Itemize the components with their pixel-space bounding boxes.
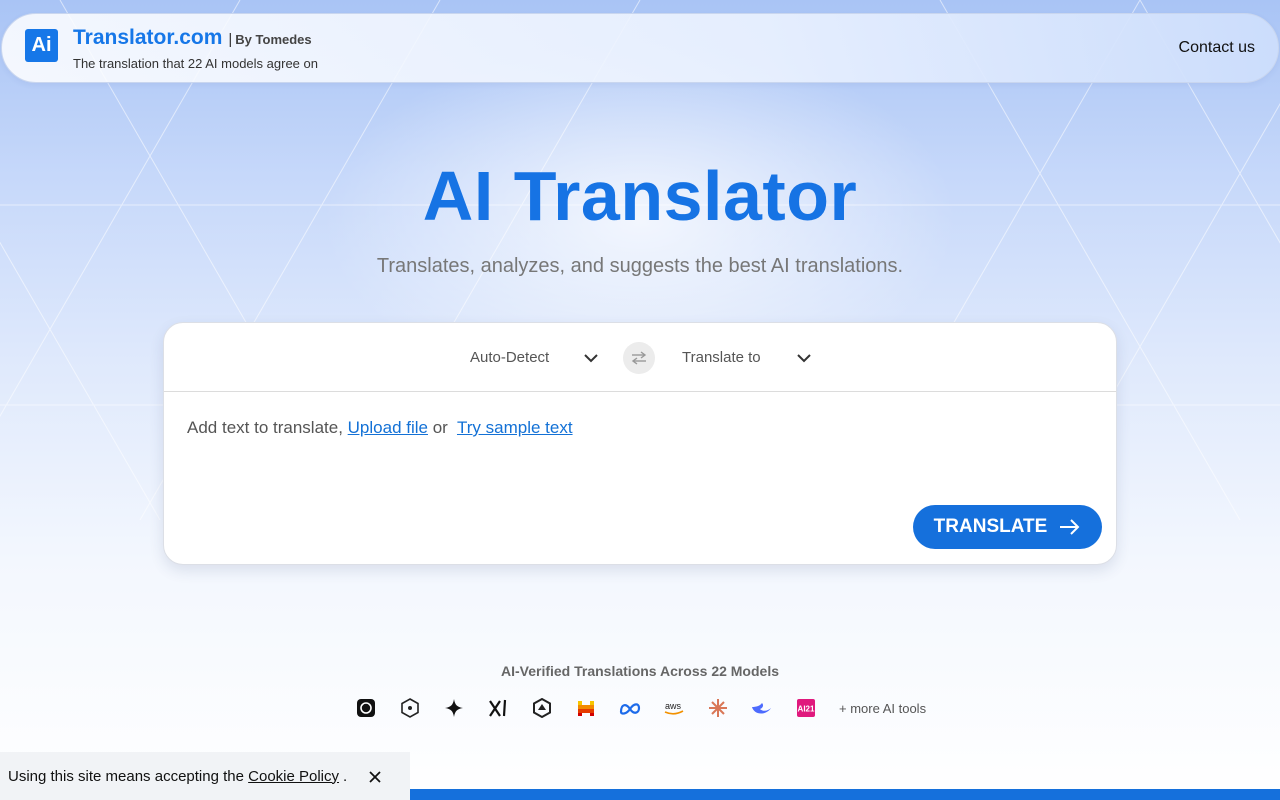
or-text: or: [432, 418, 448, 437]
page-title: AI Translator: [422, 157, 858, 235]
swap-icon: [631, 351, 647, 365]
model-logos: aws AI21 + more AI tools: [355, 696, 926, 720]
cookie-suffix: .: [343, 767, 348, 785]
ai21-icon: AI21: [795, 697, 817, 719]
meta-icon: [619, 697, 641, 719]
chevron-down-icon[interactable]: [582, 349, 600, 367]
target-language-select[interactable]: Translate to: [682, 349, 761, 366]
models-title: AI-Verified Translations Across 22 Model…: [500, 663, 780, 679]
language-bar: Auto-Detect Translate to: [164, 323, 1116, 392]
cookie-text: Using this site means accepting the: [8, 767, 244, 785]
chevron-down-icon[interactable]: [795, 349, 813, 367]
source-language-select[interactable]: Auto-Detect: [470, 349, 549, 366]
qwen-icon: [531, 697, 553, 719]
swap-languages-button[interactable]: [623, 342, 655, 374]
brand-by: By Tomedes: [235, 32, 312, 47]
deepseek-icon: [751, 697, 773, 719]
brand-separator: |: [228, 31, 233, 48]
translator-card: Auto-Detect Translate to Add text to tra…: [163, 322, 1117, 565]
brand-name[interactable]: Translator.com: [73, 26, 222, 50]
claude-icon: [707, 697, 729, 719]
mistral-icon: [575, 697, 597, 719]
arrow-right-icon: [1060, 519, 1080, 535]
contact-link[interactable]: Contact us: [1179, 39, 1255, 57]
deepl-icon: [399, 697, 421, 719]
ai21-label: AI21: [798, 705, 815, 714]
try-sample-link[interactable]: Try sample text: [457, 418, 573, 437]
tagline: The translation that 22 AI models agree …: [73, 56, 318, 71]
close-icon[interactable]: [368, 770, 382, 784]
bottom-bar: [410, 789, 1280, 800]
translate-label: TRANSLATE: [933, 516, 1048, 537]
site-header: Ai Translator.com | By Tomedes The trans…: [1, 13, 1279, 83]
grok-icon: [487, 697, 509, 719]
openai-icon: [355, 697, 377, 719]
cookie-policy-link[interactable]: Cookie Policy: [248, 768, 339, 785]
brand[interactable]: Translator.com | By Tomedes: [73, 26, 312, 50]
text-input-area[interactable]: Add text to translate, Upload file or Tr…: [187, 418, 573, 438]
gemini-icon: [443, 697, 465, 719]
logo-icon[interactable]: Ai: [25, 29, 58, 62]
aws-icon: aws: [663, 697, 685, 719]
more-ai-tools-link[interactable]: + more AI tools: [839, 701, 926, 716]
upload-file-link[interactable]: Upload file: [348, 418, 428, 437]
translate-button[interactable]: TRANSLATE: [913, 505, 1102, 549]
page-subtitle: Translates, analyzes, and suggests the b…: [376, 255, 904, 277]
aws-label: aws: [665, 701, 682, 711]
input-placeholder[interactable]: Add text to translate,: [187, 418, 343, 437]
cookie-banner: Using this site means accepting the Cook…: [0, 752, 410, 800]
